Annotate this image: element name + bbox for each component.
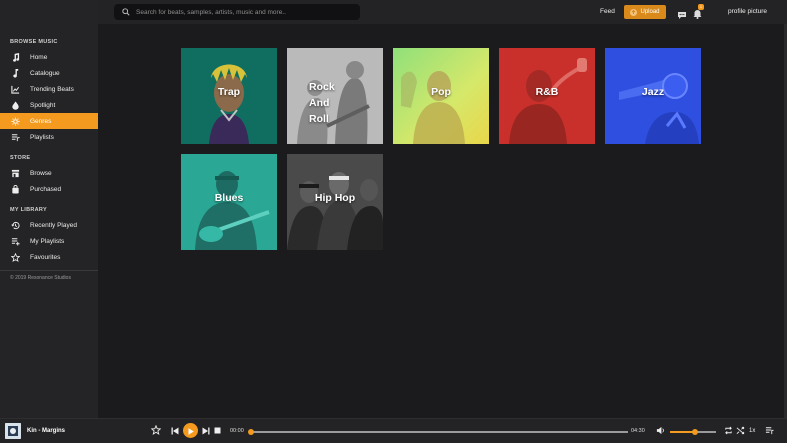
genre-label: Pop xyxy=(431,86,451,98)
queue-icon[interactable] xyxy=(765,426,774,435)
history-icon xyxy=(10,220,20,230)
stop-icon[interactable] xyxy=(214,427,221,434)
my-library-heading: MY LIBRARY xyxy=(10,207,47,213)
genre-label: R&B xyxy=(535,86,559,98)
sidebar-item-label: Spotlight xyxy=(30,101,56,109)
sidebar-item-home[interactable]: Home xyxy=(0,49,98,65)
sidebar-item-label: Purchased xyxy=(30,185,62,193)
sidebar-item-label: My Playlists xyxy=(30,237,65,245)
store-heading: STORE xyxy=(10,155,31,161)
genre-tile-rock-and-roll[interactable]: Rock And Roll xyxy=(287,48,383,144)
genre-tile-blues[interactable]: Blues xyxy=(181,154,277,250)
playlist-icon xyxy=(10,132,20,142)
sidebar-item-label: Recently Played xyxy=(30,221,77,229)
play-icon xyxy=(188,422,194,440)
sidebar-item-label: Trending Beats xyxy=(30,85,74,93)
sidebar-item-label: Playlists xyxy=(30,133,54,141)
genre-tile-pop[interactable]: Pop xyxy=(393,48,489,144)
chat-icon[interactable] xyxy=(677,7,687,25)
chart-icon xyxy=(10,84,20,94)
playlist-add-icon xyxy=(10,236,20,246)
player-bar: Kin - Margins 00:00 04:30 1x xyxy=(0,418,787,443)
notification-badge: 1 xyxy=(698,4,704,10)
sidebar: BROWSE MUSIC Home Catalogue Trending Bea… xyxy=(0,0,98,418)
flame-icon xyxy=(10,100,20,110)
sidebar-item-label: Catalogue xyxy=(30,69,60,77)
volume-icon[interactable] xyxy=(656,426,665,435)
sidebar-item-browse[interactable]: Browse xyxy=(0,165,98,181)
upload-button[interactable]: Upload xyxy=(624,5,666,19)
genre-label: Blues xyxy=(214,192,244,204)
upload-icon xyxy=(630,8,638,16)
track-title: Kin - Margins xyxy=(27,428,66,434)
sidebar-item-label: Favourites xyxy=(30,253,61,261)
copyright-text: © 2019 Resonance Studios xyxy=(10,275,71,281)
upload-label: Upload xyxy=(640,9,660,15)
progress-bar[interactable] xyxy=(248,429,628,435)
sidebar-item-catalogue[interactable]: Catalogue xyxy=(0,65,98,81)
browse-music-heading: BROWSE MUSIC xyxy=(10,39,58,45)
sidebar-item-trending-beats[interactable]: Trending Beats xyxy=(0,81,98,97)
top-bar: Feed Upload 1 profile picture xyxy=(98,0,787,24)
time-total: 04:30 xyxy=(631,428,645,434)
sidebar-item-label: Genres xyxy=(30,117,52,125)
app-window: BROWSE MUSIC Home Catalogue Trending Bea… xyxy=(0,0,787,443)
note-icon xyxy=(10,68,20,78)
genre-tile-rnb[interactable]: R&B xyxy=(499,48,595,144)
search-bar[interactable] xyxy=(114,4,360,20)
shuffle-icon[interactable] xyxy=(736,426,745,435)
store-icon xyxy=(10,168,20,178)
genre-label: Rock And Roll xyxy=(309,81,335,125)
sidebar-item-favourites[interactable]: Favourites xyxy=(0,249,98,265)
repeat-icon[interactable] xyxy=(724,426,733,435)
genre-tile-jazz[interactable]: Jazz xyxy=(605,48,701,144)
volume-slider[interactable] xyxy=(670,429,716,435)
sidebar-item-spotlight[interactable]: Spotlight xyxy=(0,97,98,113)
sidebar-item-playlists[interactable]: Playlists xyxy=(0,129,98,145)
sidebar-item-genres[interactable]: Genres xyxy=(0,113,98,129)
sidebar-item-label: Home xyxy=(30,53,48,61)
music-note-icon xyxy=(10,52,20,62)
bag-icon xyxy=(10,184,20,194)
sidebar-item-my-playlists[interactable]: My Playlists xyxy=(0,233,98,249)
favourite-star-icon[interactable] xyxy=(151,425,161,435)
next-track-icon[interactable] xyxy=(202,427,210,435)
genre-label: Jazz xyxy=(641,86,665,98)
volume-knob[interactable] xyxy=(692,429,699,435)
sidebar-item-label: Browse xyxy=(30,169,52,177)
play-button[interactable] xyxy=(183,423,198,438)
playback-speed[interactable]: 1x xyxy=(749,428,755,434)
genre-label: Trap xyxy=(217,86,241,98)
star-icon xyxy=(10,252,20,262)
search-input[interactable] xyxy=(136,8,356,16)
time-current: 00:00 xyxy=(230,428,244,434)
genre-tile-trap[interactable]: Trap xyxy=(181,48,277,144)
profile-picture[interactable]: profile picture xyxy=(728,8,767,15)
genres-icon xyxy=(10,116,20,126)
sidebar-item-recently-played[interactable]: Recently Played xyxy=(0,217,98,233)
genre-tile-hip-hop[interactable]: Hip Hop xyxy=(287,154,383,250)
previous-track-icon[interactable] xyxy=(171,427,179,435)
genre-label: Hip Hop xyxy=(314,192,356,204)
sidebar-item-purchased[interactable]: Purchased xyxy=(0,181,98,197)
feed-link[interactable]: Feed xyxy=(600,8,615,15)
search-icon xyxy=(122,3,130,21)
album-cover[interactable] xyxy=(5,423,21,439)
progress-knob[interactable] xyxy=(248,429,254,435)
